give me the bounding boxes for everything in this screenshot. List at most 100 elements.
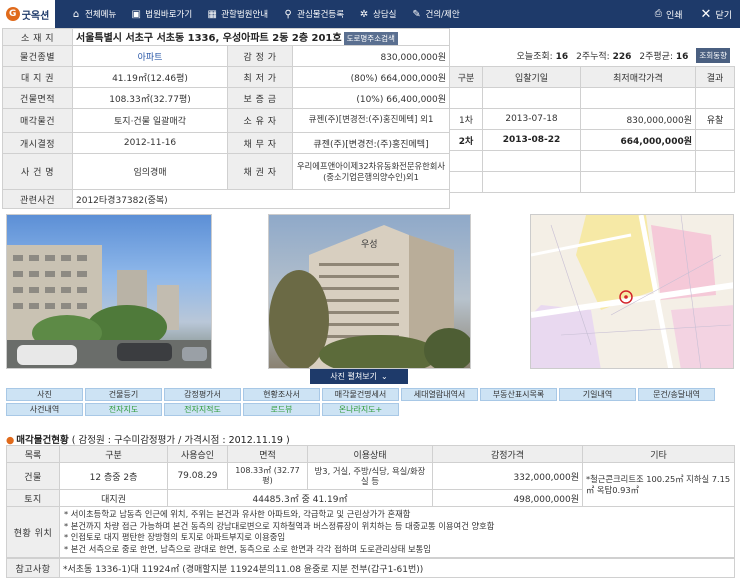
today-views: 오늘조회: 16 [517, 49, 569, 62]
history-empty-cell [482, 87, 581, 109]
menu-item-court[interactable]: ▣ 법원바로가기 [130, 8, 193, 21]
round-cell: 2차 [449, 129, 483, 151]
type-value[interactable]: 아파트 [72, 45, 228, 67]
related-value[interactable]: 2012타경37382(중복) [71, 189, 451, 209]
print-label: 인쇄 [665, 10, 683, 21]
history-header: 입찰기일 [482, 66, 581, 88]
status-note-line: * 서이초등학교 남동측 인근에 위치, 주위는 본건과 유사한 아파트와, 각… [64, 509, 411, 519]
appraisal-header: 면적 [227, 445, 308, 463]
appraisal-header: 이용상태 [307, 445, 433, 463]
print-button[interactable]: ⎙ 인쇄 [655, 8, 683, 21]
history-empty-cell [449, 171, 483, 193]
reference-value: *서초동 1336-1)대 11924㎡ (경매할지분 11924분의11.08… [59, 558, 735, 578]
window-actions: ⎙ 인쇄 ✕ 닫기 [655, 0, 732, 28]
menu-item-all[interactable]: ⌂ 전체메뉴 [70, 8, 116, 21]
creditor-label: 채 권 자 [227, 153, 293, 190]
search-icon: ⚲ [284, 8, 292, 20]
tab-schedule[interactable]: 기일내역 [559, 388, 636, 401]
logo-text: 굿옥션 [21, 10, 50, 22]
deposit-value: (10%) 66,400,000원 [291, 87, 451, 109]
building-usage: 방3, 거실, 주방/식당, 욕실/화장실 등 [307, 462, 433, 490]
result-cell: 유찰 [695, 108, 735, 130]
minimum-label: 최 저 가 [227, 66, 293, 88]
tab-household-list[interactable]: 세대열람내역서 [401, 388, 478, 401]
round-cell: 1차 [449, 108, 483, 130]
close-button[interactable]: ✕ 닫기 [701, 7, 732, 22]
history-empty-cell [580, 87, 696, 109]
reference-label: 참고사항 [6, 558, 60, 578]
status-note-line: * 본건까지 차량 접근 가능하며 본건 동측의 강남대로변으로 지하철역과 버… [64, 520, 495, 531]
land-kind: 대지권 [59, 489, 168, 507]
owner-label: 소 유 자 [227, 108, 293, 133]
min-price-cell: 664,000,000원 [580, 129, 696, 151]
photo-location-map[interactable] [530, 214, 734, 369]
tab-electronic-map[interactable]: 전자지도 [85, 403, 162, 416]
history-empty-cell [482, 150, 581, 172]
min-price-cell: 830,000,000원 [580, 108, 696, 130]
tab-row: 사진 건물등기 감정평가서 현황조사서 매각물건명세서 세대열람내역서 부동산표… [6, 388, 734, 401]
creditor-value: 우리에프앤아이제32차유동화전문유한회사(중소기업은행의양수인)외1 [291, 153, 451, 190]
building-price: 332,000,000원 [432, 462, 583, 490]
tab-building-register[interactable]: 건물등기 [85, 388, 162, 401]
history-empty-cell [695, 87, 735, 109]
appraisal-value: 830,000,000원 [291, 45, 451, 67]
history-empty-cell [482, 171, 581, 193]
menu-item-label: 건의/제안 [425, 10, 460, 20]
tab-cadastral-map[interactable]: 전자지적도 [164, 403, 241, 416]
reference-table: 참고사항 *서초동 1336-1)대 11924㎡ (경매할지분 11924분의… [6, 558, 735, 578]
two-week-average: 2주평균: 16 [639, 49, 688, 62]
history-empty-cell [695, 171, 735, 193]
road-address-search-button[interactable]: 도로명주소검색 [343, 32, 398, 45]
appraisal-table: 목록 구분 사용승인 면적 이용상태 감정가격 기타 건물 12 층중 2층 7… [6, 445, 735, 558]
chevron-down-icon: ⌄ [381, 372, 388, 381]
land-value: 41.19㎡(12.46평) [72, 66, 228, 88]
appraisal-header: 감정가격 [432, 445, 583, 463]
today-views-label: 오늘조회: [516, 52, 553, 62]
two-week-average-value: 16 [675, 52, 689, 62]
expand-photos-label: 사진 펼쳐보기 [330, 372, 377, 381]
menu-item-suggest[interactable]: ✎ 건의/제안 [411, 8, 460, 21]
table-row: 2차 2013-08-22 664,000,000원 [449, 129, 735, 151]
land-area: 44485.3㎡ 중 41.19㎡ [167, 489, 433, 507]
photo-street-view[interactable] [6, 214, 212, 369]
tab-sale-specification[interactable]: 매각물건명세서 [322, 388, 399, 401]
appraisal-section-title: ● 매각물건현황 ( 감정원 : 구수미감정평가 / 가격시점 : 2012.11… [6, 432, 290, 446]
status-note-line: * 본건 서측으로 중로 한면, 남측으로 광대로 한면, 동측으로 소로 한면… [64, 543, 431, 554]
area-label: 건물면적 [2, 87, 73, 109]
history-header: 최저매각가격 [580, 66, 696, 88]
land-price: 498,000,000원 [432, 489, 583, 507]
debtor-value: 큐젠(주)[변경전:(주)홍진메텍] [291, 132, 451, 154]
apartment-building-image: 우성 [269, 225, 470, 368]
table-row: 현황 위치 * 서이초등학교 남동측 인근에 위치, 주위는 본건과 유사한 아… [6, 506, 735, 558]
address-cell: 서울특별시 서초구 서초동 1336, 우성아파트 2동 2층 201호 도로명주… [71, 28, 451, 46]
photo-building[interactable]: 우성 [268, 214, 471, 369]
appraisal-label: 감 정 가 [227, 45, 293, 67]
history-empty-cell [449, 87, 483, 109]
table-row: 1차 2013-07-18 830,000,000원 유찰 [449, 108, 735, 130]
menu-item-consult[interactable]: ✲ 상담실 [358, 8, 397, 21]
tab-documents[interactable]: 문건/송달내역 [638, 388, 715, 401]
land-label: 대 지 권 [2, 66, 73, 88]
case-name-value: 임의경매 [72, 153, 228, 190]
logo[interactable]: G 굿옥션 [0, 0, 55, 28]
history-empty-cell [580, 150, 696, 172]
tab-photo[interactable]: 사진 [6, 388, 83, 401]
two-week-total-value: 226 [612, 52, 632, 62]
case-name-label: 사 건 명 [2, 153, 73, 190]
building-approval: 79.08.29 [167, 462, 228, 490]
menu-item-jurisdiction[interactable]: ▦ 관할법원안내 [206, 8, 268, 21]
today-views-value: 16 [555, 52, 569, 62]
tab-road-view[interactable]: 로드뷰 [243, 403, 320, 416]
tab-onnara-map[interactable]: 온나라지도+ [322, 403, 399, 416]
tab-property-list[interactable]: 부동산표시목록 [480, 388, 557, 401]
view-trend-button[interactable]: 조회동향 [696, 48, 730, 63]
court-icon: ▣ [131, 8, 141, 20]
tab-status-report[interactable]: 현황조사서 [243, 388, 320, 401]
type-label: 물건종별 [2, 45, 73, 67]
tab-case-history[interactable]: 사건내역 [6, 403, 83, 416]
bid-history-table: 구분 입찰기일 최저매각가격 결과 1차 2013-07-18 830,000,… [449, 66, 735, 193]
menu-item-interest[interactable]: ⚲ 관심물건등록 [282, 8, 344, 21]
expand-photos-button[interactable]: 사진 펼쳐보기 ⌄ [310, 369, 408, 384]
history-header: 구분 [449, 66, 483, 88]
tab-appraisal-report[interactable]: 감정평가서 [164, 388, 241, 401]
